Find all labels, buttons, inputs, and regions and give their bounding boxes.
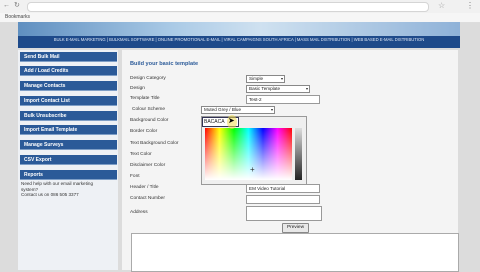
template-title-input[interactable]: Test-2 (246, 95, 320, 104)
form-title: Build your basic template (130, 61, 199, 67)
design-category-label: Design Category (130, 76, 166, 81)
sidebar-item-import-contact-list[interactable]: Import Contact List (20, 96, 117, 106)
design-value: Basic Template (249, 86, 281, 91)
address-bar[interactable] (27, 2, 429, 12)
address-input[interactable] (246, 206, 322, 221)
disclaimer-color-label: Disclaimer Color (130, 163, 166, 168)
help-text: Need help with our email marketing syste… (21, 181, 94, 192)
sidebar-item-reports[interactable]: Reports (20, 170, 117, 180)
help-box: Need help with our email marketing syste… (21, 181, 111, 198)
browser-toolbar: ← ↻ ☆ ⋮ (0, 0, 480, 14)
font-label: Font (130, 174, 140, 179)
sidebar-item-manage-surveys[interactable]: Manage Surveys (20, 140, 117, 150)
brightness-slider[interactable] (295, 128, 302, 180)
preview-area (131, 233, 459, 272)
reload-icon[interactable]: ↻ (14, 2, 20, 10)
color-spectrum[interactable] (205, 128, 292, 180)
contact-text: Contact us on 086 505 3377 (21, 192, 79, 198)
bookmark-star-icon[interactable]: ☆ (438, 1, 445, 11)
contact-number-label: Contact Number (130, 196, 165, 201)
site-banner (18, 22, 460, 36)
bookmarks-label[interactable]: Bookmarks (5, 14, 30, 21)
menu-icon[interactable]: ⋮ (466, 1, 474, 11)
sidebar: Send Bulk Mail Add / Load Credits Manage… (18, 50, 118, 270)
cursor-icon: ➤ (228, 116, 235, 125)
design-label: Design (130, 86, 145, 91)
sidebar-item-import-email-template[interactable]: Import Email Template (20, 125, 117, 135)
sidebar-item-send-bulk-mail[interactable]: Send Bulk Mail (20, 52, 117, 62)
contact-number-input[interactable] (246, 195, 320, 204)
design-category-select[interactable]: Simple ▾ (246, 75, 285, 83)
colour-scheme-value: Muted Grey / Blue (204, 107, 242, 112)
border-color-label: Border Color (130, 129, 158, 134)
back-icon[interactable]: ← (3, 2, 10, 10)
chevron-down-icon: ▾ (305, 86, 308, 91)
preview-button[interactable]: Preview (282, 223, 309, 233)
chevron-down-icon: ▾ (280, 76, 283, 81)
sidebar-item-bulk-unsubscribe[interactable]: Bulk Unsubscribe (20, 111, 117, 121)
colour-scheme-select[interactable]: Muted Grey / Blue ▾ (201, 106, 275, 114)
header-title-label: Header / Title (130, 185, 159, 190)
chevron-down-icon: ▾ (270, 107, 273, 112)
colour-scheme-label: Colour Scheme (132, 107, 166, 112)
sidebar-item-csv-export[interactable]: CSV Export (20, 155, 117, 165)
template-title-label: Template Title (130, 96, 160, 101)
address-label: Address (130, 210, 148, 215)
header-links[interactable]: BULK E-MAIL MARKETING | BULKMAIL SOFTWAR… (18, 36, 460, 48)
sidebar-item-add-load-credits[interactable]: Add / Load Credits (20, 66, 117, 76)
crosshair-icon: + (250, 165, 255, 174)
design-category-value: Simple (249, 76, 264, 81)
sidebar-item-manage-contacts[interactable]: Manage Contacts (20, 81, 117, 91)
text-background-color-label: Text Background Color (130, 141, 179, 146)
text-color-label: Text Color (130, 152, 152, 157)
background-color-label: Background Color (130, 118, 169, 123)
design-select[interactable]: Basic Template ▾ (246, 85, 310, 93)
header-title-input[interactable]: EM Video Tutorial (246, 184, 320, 193)
